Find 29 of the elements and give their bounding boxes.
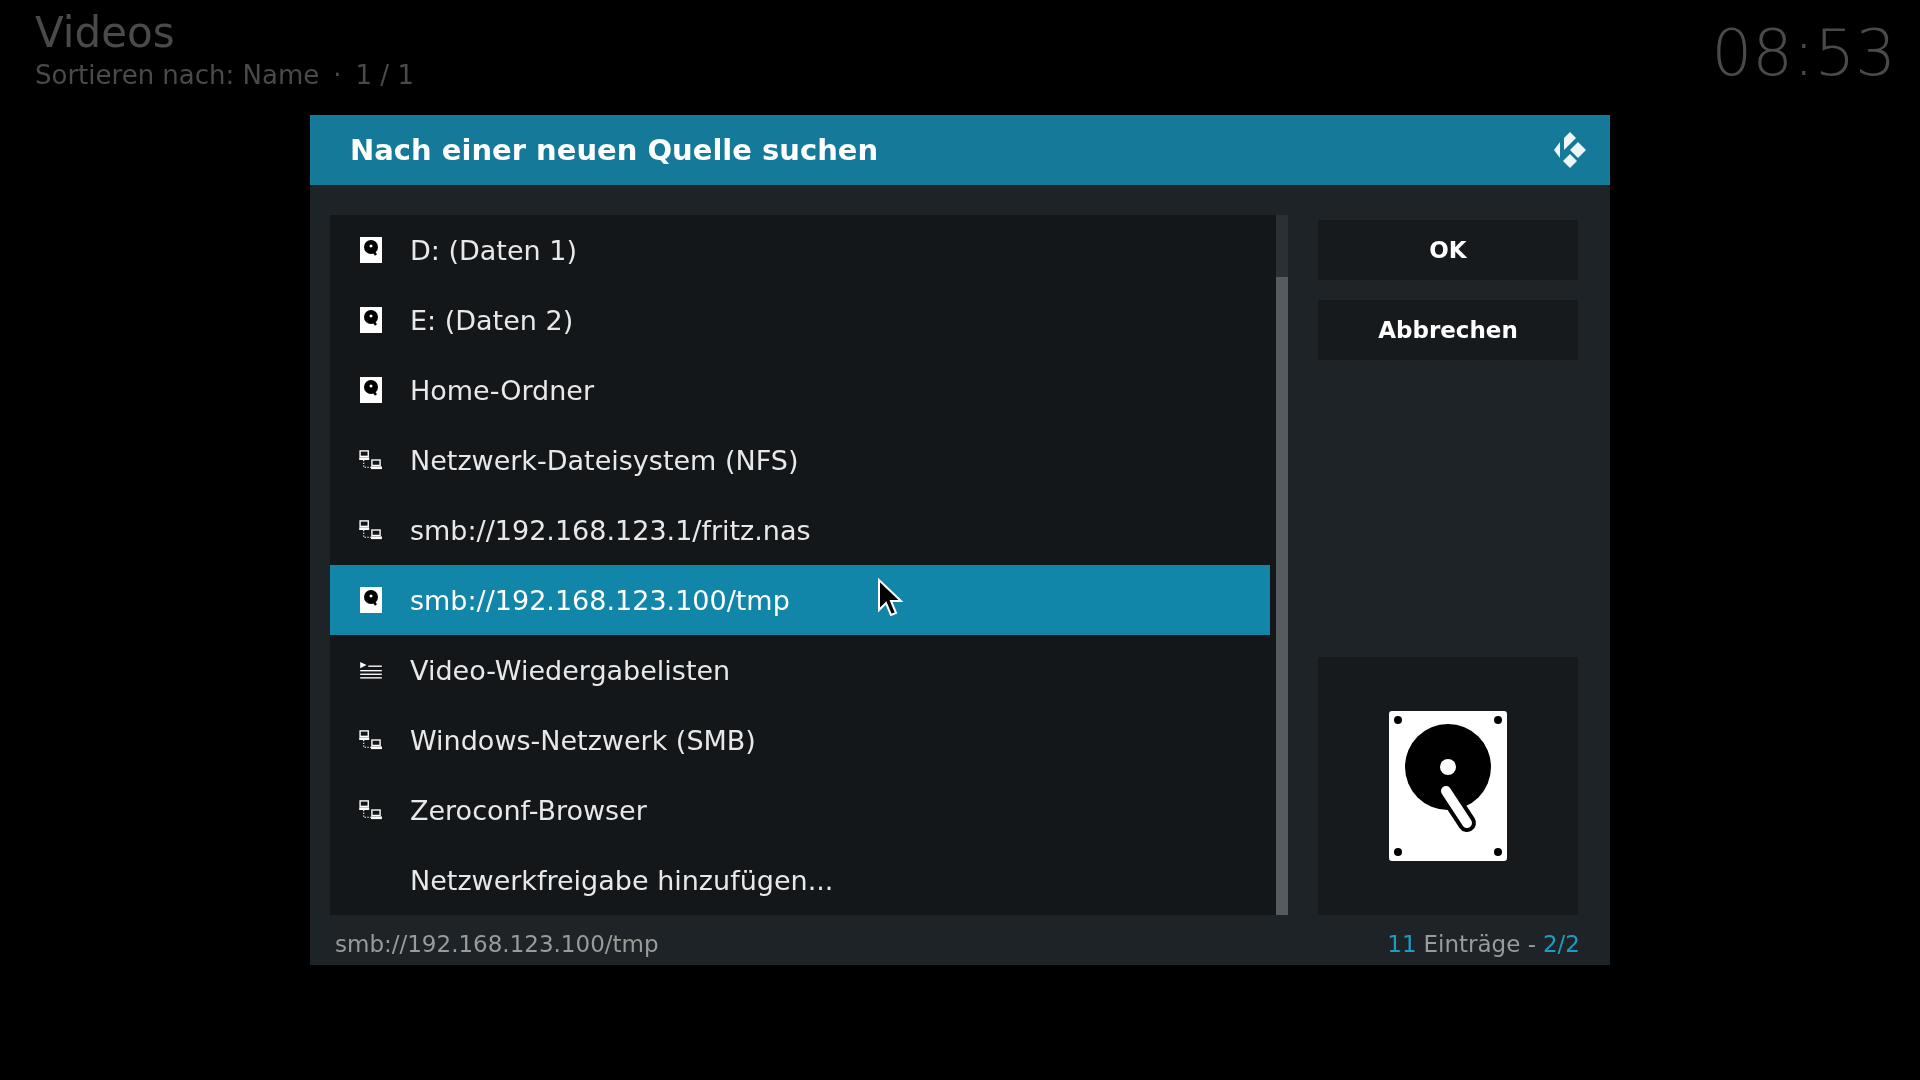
dialog-button[interactable]: Abbrechen [1318, 300, 1578, 360]
selected-path: smb://192.168.123.100/tmp [335, 931, 659, 957]
network-computers-icon [358, 730, 383, 750]
source-item[interactable]: Windows-Netzwerk (SMB) [330, 705, 1270, 775]
network-computers-icon [358, 450, 383, 470]
item-count: 11 [1387, 931, 1417, 957]
source-item[interactable]: Netzwerk-Dateisystem (NFS) [330, 425, 1270, 495]
dialog-title: Nach einer neuen Quelle suchen [350, 133, 879, 167]
scrollbar-thumb[interactable] [1276, 277, 1288, 915]
section-title: Videos [35, 8, 176, 58]
separator-dot: · [333, 59, 342, 92]
source-item[interactable]: Netzwerkfreigabe hinzufügen... [330, 845, 1270, 915]
source-item[interactable]: Zeroconf-Browser [330, 775, 1270, 845]
item-count-label: Einträge - [1423, 931, 1536, 957]
source-item[interactable]: smb://192.168.123.1/fritz.nas [330, 495, 1270, 565]
source-item[interactable]: E: (Daten 2) [330, 285, 1270, 355]
mouse-pointer-icon [877, 578, 903, 618]
clock: 08:53 [1711, 15, 1896, 92]
dialog-button[interactable]: OK [1318, 220, 1578, 280]
source-item[interactable]: Video-Wiedergabelisten [330, 635, 1270, 705]
page-counter: 1 / 1 [355, 59, 414, 92]
source-item[interactable]: Home-Ordner [330, 355, 1270, 425]
source-item[interactable]: D: (Daten 1) [330, 215, 1270, 285]
playlist-icon [358, 661, 383, 679]
source-item[interactable]: smb://192.168.123.100/tmp [330, 565, 1270, 635]
page-indicator: 2/2 [1543, 931, 1580, 957]
network-computers-icon [358, 520, 383, 540]
network-computers-icon [358, 800, 383, 820]
sort-label: Sortieren nach: Name [35, 59, 320, 92]
